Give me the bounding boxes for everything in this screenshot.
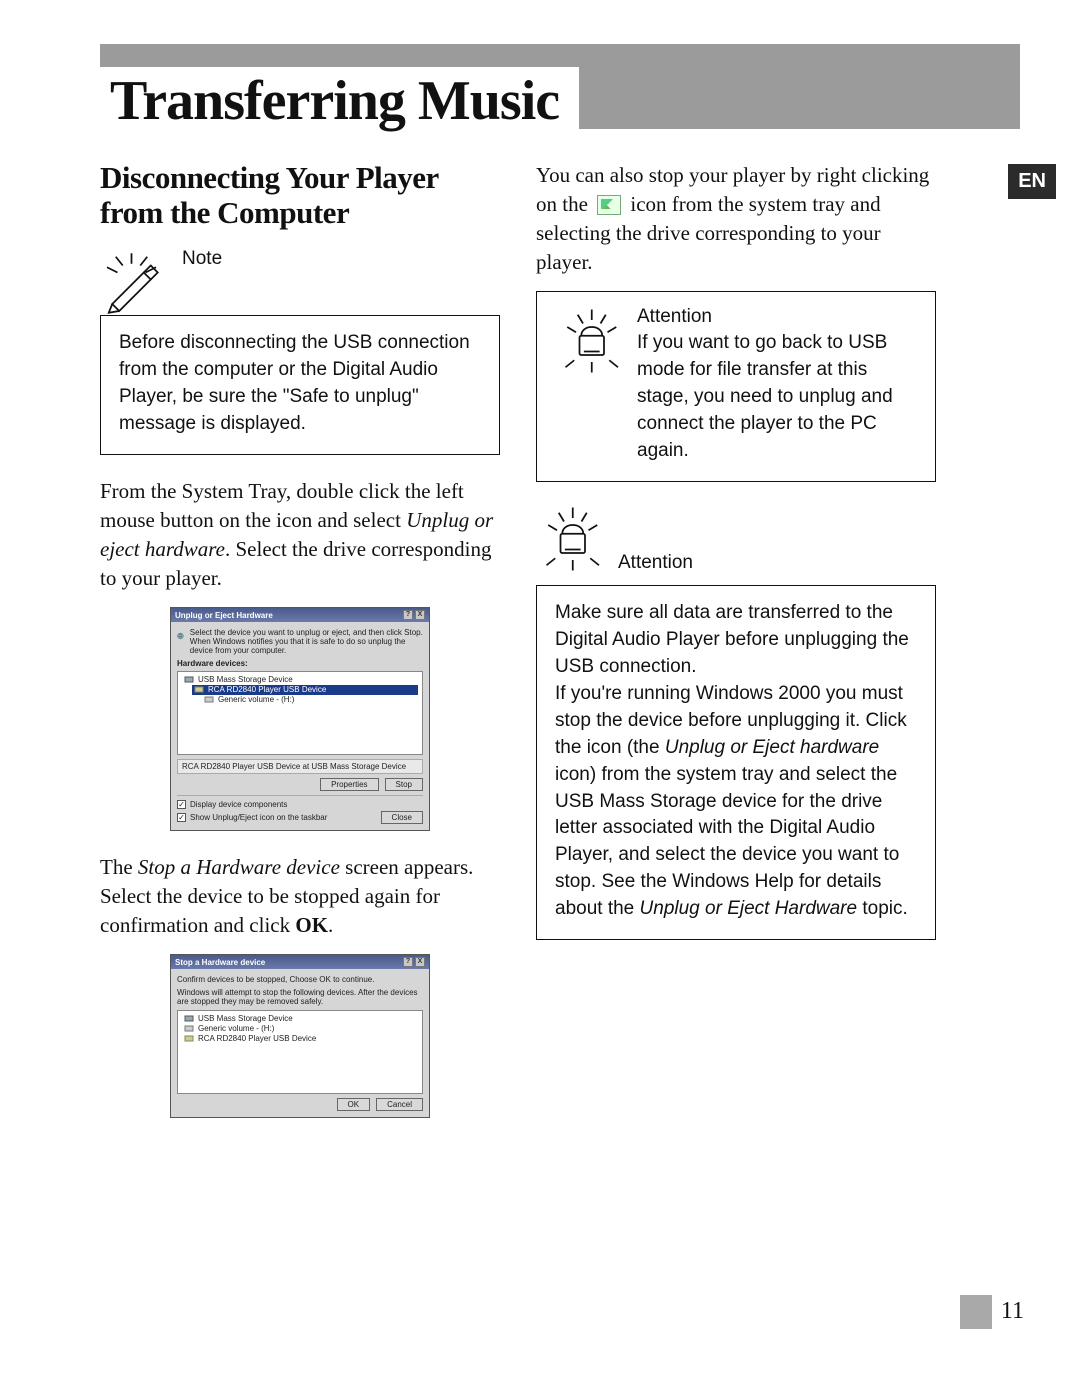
attention-callout-data-transfer: Make sure all data are transferred to th… xyxy=(536,585,936,941)
help-button[interactable]: ? xyxy=(403,957,413,967)
hardware-devices-label: Hardware devices: xyxy=(177,659,423,668)
text-italic: Stop a Hardware device xyxy=(138,855,340,879)
note-body: Before disconnecting the USB connection … xyxy=(119,330,481,438)
list-label: USB Mass Storage Device xyxy=(198,1014,293,1023)
paragraph-systray: From the System Tray, double click the l… xyxy=(100,477,500,593)
help-button[interactable]: ? xyxy=(403,610,413,620)
checkbox-label: Display device components xyxy=(190,800,287,809)
header-title-wrap: Transferring Music xyxy=(100,67,579,129)
tree-item-selected[interactable]: RCA RD2840 Player USB Device xyxy=(192,685,418,695)
text: Make sure all data are transferred to th… xyxy=(555,602,909,758)
dialog-unplug-eject: Unplug or Eject Hardware ? X Select the … xyxy=(170,607,430,831)
dialog-stop-hardware: Stop a Hardware device ? X Confirm devic… xyxy=(170,954,430,1118)
device-icon xyxy=(184,1014,194,1023)
attention-icon xyxy=(536,504,606,579)
list-label: RCA RD2840 Player USB Device xyxy=(198,1034,316,1043)
drive-icon xyxy=(194,685,204,694)
paragraph-alt-stop: You can also stop your player by right c… xyxy=(536,161,936,277)
attention-label: Attention xyxy=(637,306,917,328)
tree-item[interactable]: USB Mass Storage Device xyxy=(182,675,418,685)
text: topic. xyxy=(857,898,908,919)
section-heading: Disconnecting Your Player from the Compu… xyxy=(100,161,500,230)
header-bar: Transferring Music xyxy=(100,44,1020,129)
text-italic: Unplug or Eject hardware xyxy=(665,737,879,758)
dialog-titlebar: Stop a Hardware device ? X xyxy=(171,955,429,969)
drive-icon xyxy=(184,1034,194,1043)
text-bold: OK xyxy=(295,913,328,937)
language-tab: EN xyxy=(1008,164,1056,199)
attention-callout-usb-mode: Attention If you want to go back to USB … xyxy=(536,291,936,482)
list-item[interactable]: RCA RD2840 Player USB Device xyxy=(182,1034,418,1044)
cancel-button[interactable]: Cancel xyxy=(376,1098,423,1111)
dialog-title-text: Unplug or Eject Hardware xyxy=(175,611,273,620)
dialog-info-text: Select the device you want to unplug or … xyxy=(190,628,423,655)
close-button[interactable]: X xyxy=(415,957,425,967)
right-column: You can also stop your player by right c… xyxy=(536,161,936,1140)
list-item[interactable]: USB Mass Storage Device xyxy=(182,1014,418,1024)
volume-icon xyxy=(184,1024,194,1033)
note-icon xyxy=(100,248,170,323)
dialog-info-text: Windows will attempt to stop the followi… xyxy=(177,988,423,1006)
list-item[interactable]: Generic volume - (H:) xyxy=(182,1024,418,1034)
dialog-info-text: Confirm devices to be stopped, Choose OK… xyxy=(177,975,423,984)
manual-page: Transferring Music EN Disconnecting Your… xyxy=(0,0,1080,1375)
note-label: Note xyxy=(182,248,222,270)
tree-label: RCA RD2840 Player USB Device xyxy=(208,685,326,694)
checkbox-label: Show Unplug/Eject icon on the taskbar xyxy=(190,813,327,822)
attention-icon xyxy=(555,306,625,381)
page-number: 11 xyxy=(1001,1298,1024,1325)
tree-label: Generic volume - (H:) xyxy=(218,695,294,704)
page-title: Transferring Music xyxy=(100,67,567,129)
stop-button[interactable]: Stop xyxy=(385,778,423,791)
text: . xyxy=(328,913,333,937)
text: icon) from the system tray and select th… xyxy=(555,764,899,920)
footer-tab xyxy=(960,1295,992,1329)
text-italic: Unplug or Eject Hardware xyxy=(640,898,858,919)
status-line: RCA RD2840 Player USB Device at USB Mass… xyxy=(177,759,423,774)
tree-label: USB Mass Storage Device xyxy=(198,675,293,684)
note-box: Before disconnecting the USB connection … xyxy=(100,315,500,455)
tree-item[interactable]: Generic volume - (H:) xyxy=(202,695,418,705)
text: The xyxy=(100,855,138,879)
checkbox-display-components[interactable]: ✓Display device components xyxy=(177,800,423,809)
systray-eject-icon xyxy=(597,195,621,215)
device-icon xyxy=(184,675,194,684)
dialog-titlebar: Unplug or Eject Hardware ? X xyxy=(171,608,429,622)
device-tree[interactable]: USB Mass Storage Device RCA RD2840 Playe… xyxy=(177,671,423,755)
left-column: Disconnecting Your Player from the Compu… xyxy=(100,161,500,1140)
device-list[interactable]: USB Mass Storage Device Generic volume -… xyxy=(177,1010,423,1094)
ok-button[interactable]: OK xyxy=(337,1098,371,1111)
checkbox-show-icon[interactable]: ✓Show Unplug/Eject icon on the taskbar xyxy=(177,813,327,822)
eject-icon xyxy=(177,628,184,644)
paragraph-stop-device: The Stop a Hardware device screen appear… xyxy=(100,853,500,940)
close-button[interactable]: X xyxy=(415,610,425,620)
note-callout: Note Before disconnecting the USB connec… xyxy=(100,248,500,455)
attention-body: Make sure all data are transferred to th… xyxy=(555,600,917,924)
properties-button[interactable]: Properties xyxy=(320,778,378,791)
attention-label: Attention xyxy=(618,550,693,577)
attention-body: If you want to go back to USB mode for f… xyxy=(637,330,917,465)
close-dialog-button[interactable]: Close xyxy=(381,811,423,824)
volume-icon xyxy=(204,695,214,704)
list-label: Generic volume - (H:) xyxy=(198,1024,274,1033)
dialog-title-text: Stop a Hardware device xyxy=(175,958,265,967)
